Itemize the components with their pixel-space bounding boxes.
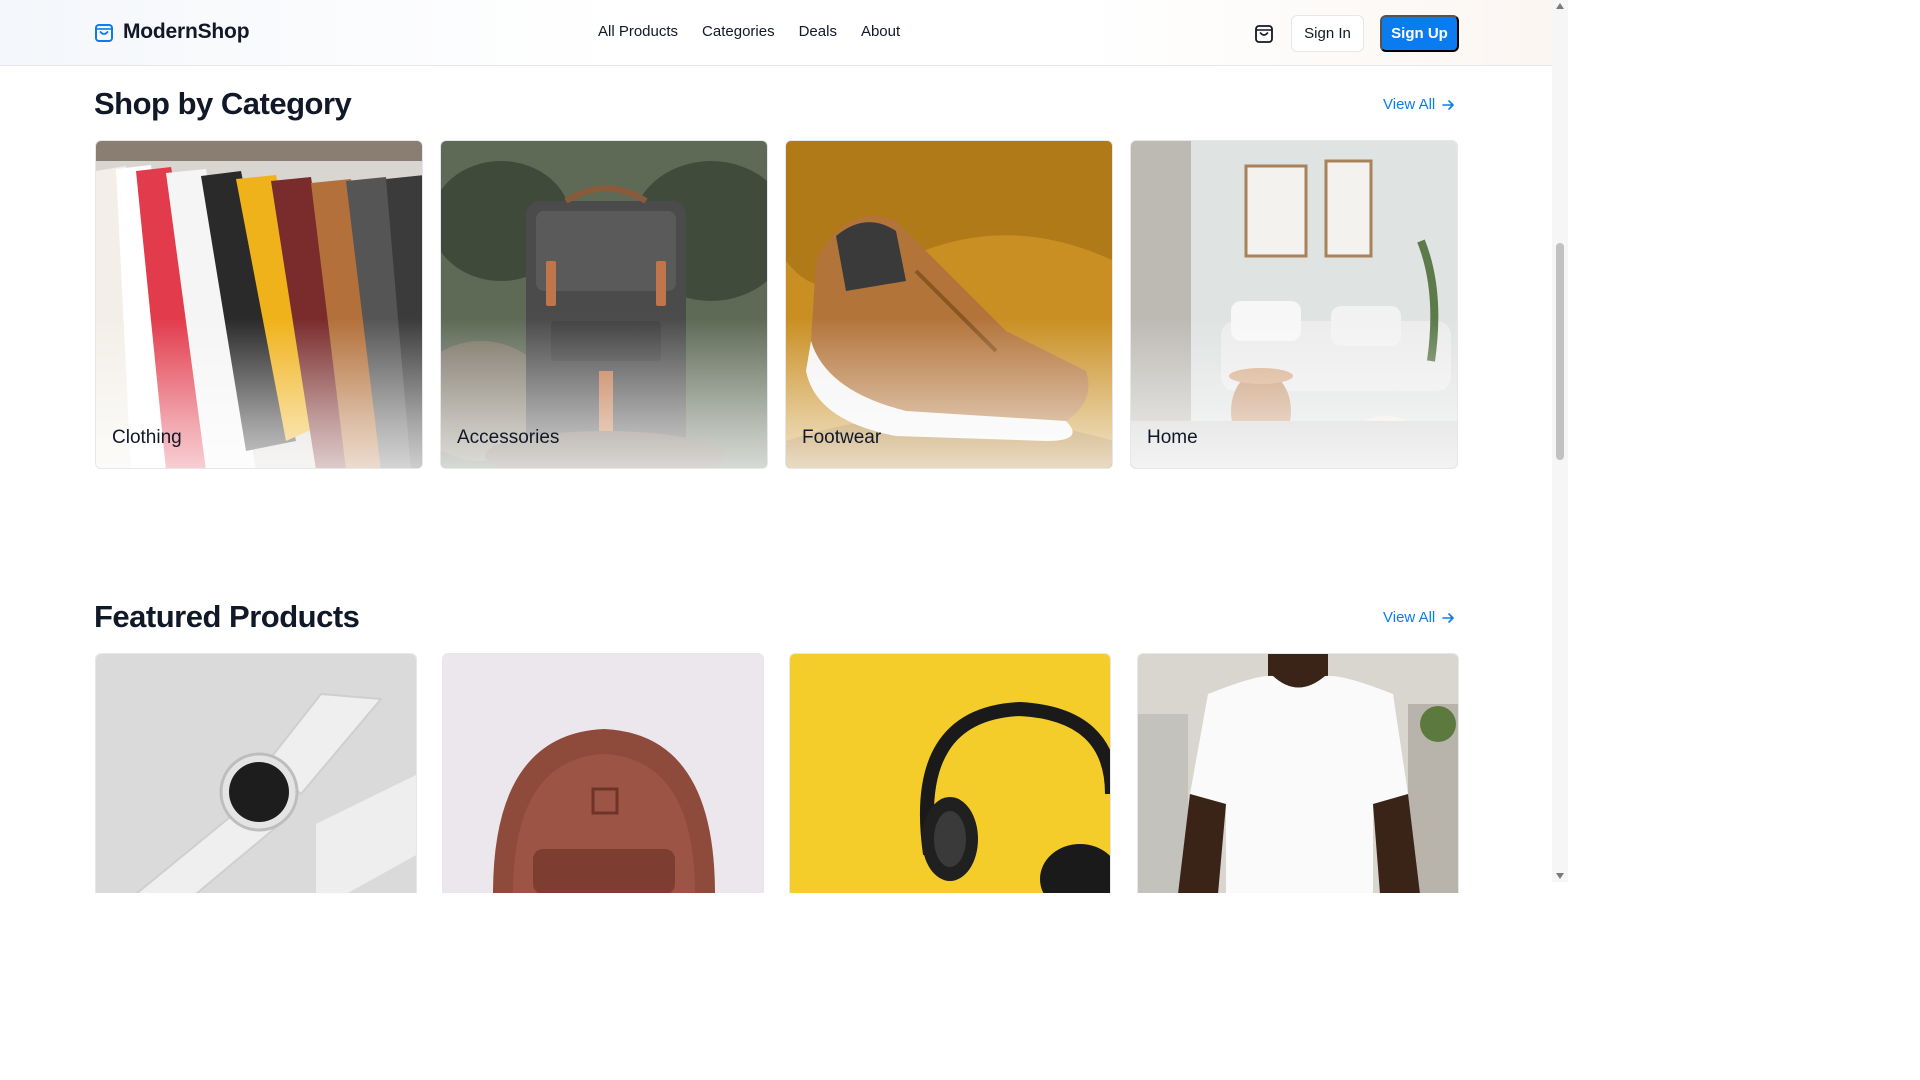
nav-about[interactable]: About [861, 23, 900, 40]
scroll-down-arrow-icon[interactable] [1556, 873, 1564, 879]
category-label: Clothing [112, 427, 182, 448]
page-scrollbar[interactable] [1552, 0, 1568, 882]
category-card-home[interactable]: Home [1130, 140, 1458, 469]
sign-up-button[interactable]: Sign Up [1380, 15, 1459, 52]
view-all-label: View All [1383, 609, 1436, 626]
category-label: Accessories [457, 427, 560, 448]
sign-in-button[interactable]: Sign In [1291, 15, 1364, 52]
category-label: Footwear [802, 427, 882, 448]
category-view-all-link[interactable]: View All [1383, 96, 1455, 113]
featured-section-title: Featured Products [94, 599, 360, 634]
category-label: Home [1147, 427, 1198, 448]
arrow-right-icon [1442, 99, 1455, 110]
product-card-backpack[interactable] [442, 653, 764, 893]
category-card-clothing[interactable]: Clothing [95, 140, 423, 469]
scroll-thumb[interactable] [1556, 243, 1564, 460]
arrow-right-icon [1442, 612, 1455, 623]
scroll-up-arrow-icon[interactable] [1556, 3, 1564, 9]
main-nav: All Products Categories Deals About [598, 23, 900, 40]
brand-logo[interactable]: ModernShop [94, 20, 250, 44]
product-card-tshirt[interactable] [1137, 653, 1459, 893]
brand-name: ModernShop [123, 20, 250, 43]
category-card-accessories[interactable]: Accessories [440, 140, 768, 469]
product-card-smartwatch[interactable] [95, 653, 417, 893]
category-section-title: Shop by Category [94, 86, 352, 121]
nav-all-products[interactable]: All Products [598, 23, 678, 40]
category-card-footwear[interactable]: Footwear [785, 140, 1113, 469]
shopping-bag-icon [95, 24, 113, 42]
cart-button[interactable] [1252, 21, 1276, 45]
white-tshirt-image [1138, 654, 1458, 893]
shopping-bag-icon [1255, 24, 1273, 43]
smartwatch-image [96, 654, 416, 893]
featured-view-all-link[interactable]: View All [1383, 609, 1455, 626]
nav-categories[interactable]: Categories [702, 23, 775, 40]
nav-deals[interactable]: Deals [799, 23, 837, 40]
view-all-label: View All [1383, 96, 1436, 113]
site-header: ModernShop All Products Categories Deals… [0, 0, 1552, 66]
product-card-headphones[interactable] [789, 653, 1111, 893]
leather-backpack-image [443, 654, 763, 893]
headphones-image [790, 654, 1110, 893]
